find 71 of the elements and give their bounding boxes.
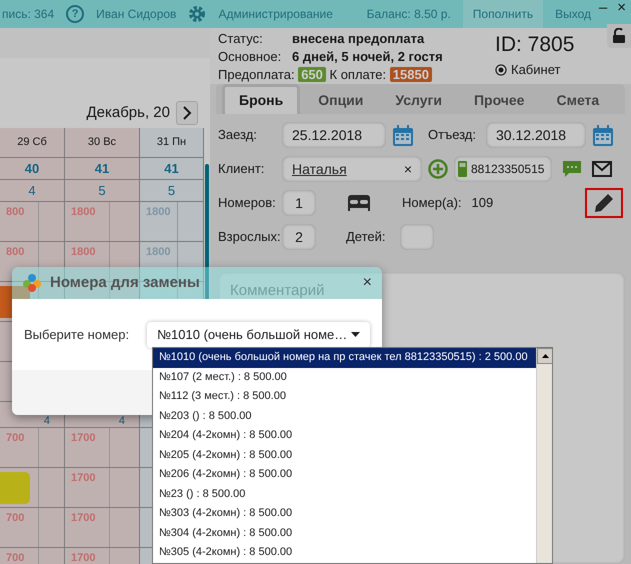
price-text: 1800 <box>146 246 170 258</box>
check-out-field[interactable]: 30.12.2018 <box>486 122 586 148</box>
day-header: 31 Пн <box>140 128 204 158</box>
status-value: внесена предоплата <box>292 31 424 46</box>
room-option[interactable]: №203 () : 8 500.00 <box>153 406 536 426</box>
rooms-field[interactable]: 1 <box>282 190 316 216</box>
free-count: 5 <box>65 180 140 202</box>
balance-text: Баланс: 8.50 р. <box>366 6 451 23</box>
client-label: Клиент: <box>218 160 266 178</box>
minimize-button[interactable]: – <box>596 0 610 15</box>
price-text: 700 <box>6 432 24 444</box>
due-label: К оплате: <box>330 67 386 82</box>
status-label: Статус: <box>218 30 264 48</box>
day-header: 30 Вс <box>65 128 140 158</box>
summary-value: 6 дней, 5 ночей, 2 гостя <box>292 49 443 64</box>
price-text: 1800 <box>71 246 96 258</box>
adults-field[interactable]: 2 <box>282 224 316 250</box>
room-number: 109 <box>472 194 494 212</box>
room-option[interactable]: №204 (4-2комн) : 8 500.00 <box>153 426 536 446</box>
room-select-label: Выберите номер: <box>24 326 130 344</box>
occupancy-count: 41 <box>140 158 204 180</box>
free-count: 4 <box>44 416 50 427</box>
free-count: 4 <box>118 416 125 427</box>
free-count: 4 <box>0 180 65 202</box>
tab[interactable]: Услуги <box>381 87 456 114</box>
price-text: 700 <box>6 512 24 524</box>
price-text: 1700 <box>71 472 96 484</box>
close-button[interactable]: × <box>614 0 629 15</box>
room-option[interactable]: №1010 (очень большой номер на пр стачек тел 88123350515) : 2 500.00 <box>153 348 536 368</box>
tab[interactable]: Бронь <box>222 84 300 114</box>
free-count: 5 <box>140 180 204 202</box>
tab[interactable]: Опции <box>304 87 378 114</box>
check-out-label: Отъезд: <box>428 126 476 144</box>
prepayment-label: Предоплата: <box>218 67 295 82</box>
room-option[interactable]: №112 (3 мест.) : 8 500.00 <box>153 387 536 406</box>
price-text: 1700 <box>71 432 96 444</box>
month-title: Декабрь, 20 <box>86 102 170 123</box>
price-text: 800 <box>6 246 24 258</box>
phone-field[interactable]: 88123350515 <box>454 156 552 182</box>
booking-id: ID: 7805 <box>495 32 576 58</box>
room-option[interactable]: №206 (4-2комн) : 8 500.00 <box>153 465 536 484</box>
room-number-label: Номер(а): <box>402 194 462 212</box>
room-option[interactable]: №107 (2 мест.) : 8 500.00 <box>153 368 536 387</box>
price-text: 1700 <box>71 552 96 564</box>
summary-label: Основное: <box>218 48 282 66</box>
tab[interactable]: Прочее <box>460 87 538 114</box>
children-label: Детей: <box>346 228 386 246</box>
price-text: 800 <box>6 206 24 218</box>
room-option[interactable]: №304 (4-2комн) : 8 500.00 <box>153 524 536 543</box>
prepayment-amount: 650 <box>298 67 326 82</box>
room-option[interactable]: №303 (4-2комн) : 8 500.00 <box>153 504 536 524</box>
cabinet-label: Кабинет <box>511 61 560 79</box>
price-text: 1800 <box>71 206 96 218</box>
due-amount: 15850 <box>390 67 432 82</box>
client-field[interactable]: Наталья × <box>282 156 422 182</box>
check-in-label: Заезд: <box>218 126 258 144</box>
price-text: 1700 <box>71 512 96 524</box>
room-option[interactable]: №23 () : 8 500.00 <box>153 484 536 504</box>
occupancy-count: 40 <box>0 158 65 180</box>
check-in-field[interactable]: 25.12.2018 <box>282 122 386 148</box>
close-button[interactable]: × <box>362 271 372 295</box>
room-option[interactable]: №205 (4-2комн) : 8 500.00 <box>153 446 536 465</box>
price-text: 700 <box>6 552 24 564</box>
occupancy-count: 41 <box>65 158 140 180</box>
day-header: 29 Сб <box>0 128 65 158</box>
records-count: пись: 364 <box>2 6 54 23</box>
room-option[interactable]: №305 (4-2комн) : 8 500.00 <box>153 543 536 562</box>
room-select[interactable]: №1010 (очень большой номе… <box>147 322 370 348</box>
rooms-label: Номеров: <box>218 194 276 212</box>
price-text: 1800 <box>146 206 170 218</box>
tab[interactable]: Смета <box>542 87 614 114</box>
